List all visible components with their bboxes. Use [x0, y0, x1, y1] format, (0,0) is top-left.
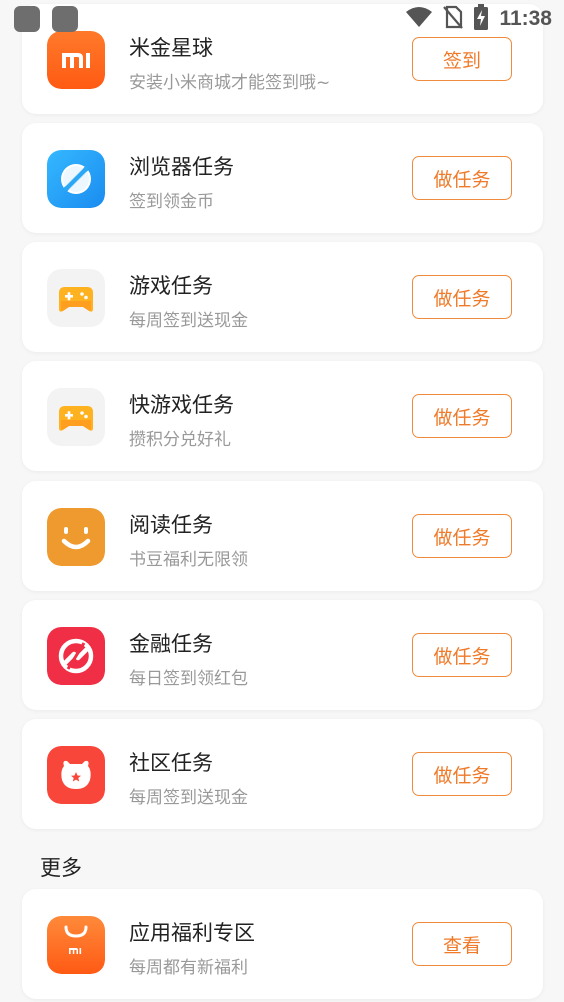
task-card: 阅读任务 书豆福利无限领 做任务 [22, 481, 543, 591]
task-title: 社区任务 [129, 751, 213, 775]
no-sim-icon [443, 5, 464, 33]
wifi-icon [405, 6, 433, 32]
checkin-button[interactable]: 签到 [412, 37, 512, 81]
status-bar: 11:38 [0, 0, 564, 36]
do-task-button[interactable]: 做任务 [412, 752, 512, 796]
task-title: 金融任务 [129, 632, 213, 656]
task-title: 米金星球 [129, 36, 213, 60]
gamepad-icon [47, 269, 105, 327]
task-card: 快游戏任务 攒积分兑好礼 做任务 [22, 361, 543, 471]
task-card: 金融任务 每日签到领红包 做任务 [22, 600, 543, 710]
more-card: 应用福利专区 每周都有新福利 查看 [22, 889, 543, 999]
more-title: 应用福利专区 [129, 921, 255, 945]
task-card: 浏览器任务 签到领金币 做任务 [22, 123, 543, 233]
task-card: 游戏任务 每周签到送现金 做任务 [22, 242, 543, 352]
do-task-button[interactable]: 做任务 [412, 394, 512, 438]
screen: 11:38 米金星球 安装小米商城才能签到哦~ 签到 浏览器任务 签到领金币 做… [0, 0, 564, 1002]
quick-game-icon [47, 388, 105, 446]
notification-icon [52, 6, 78, 32]
battery-charging-icon [473, 4, 489, 34]
task-subtitle: 每周签到送现金 [129, 788, 248, 808]
do-task-button[interactable]: 做任务 [412, 633, 512, 677]
more-subtitle: 每周都有新福利 [129, 958, 248, 978]
mi-logo-icon [47, 31, 105, 89]
task-subtitle: 书豆福利无限领 [129, 550, 248, 570]
task-subtitle: 安装小米商城才能签到哦~ [129, 73, 331, 93]
community-icon [47, 746, 105, 804]
view-button[interactable]: 查看 [412, 922, 512, 966]
status-icons: 11:38 [405, 4, 552, 34]
do-task-button[interactable]: 做任务 [412, 514, 512, 558]
task-title: 游戏任务 [129, 274, 213, 298]
task-title: 浏览器任务 [129, 155, 234, 179]
do-task-button[interactable]: 做任务 [412, 156, 512, 200]
task-subtitle: 攒积分兑好礼 [129, 430, 231, 450]
notification-icon [14, 6, 40, 32]
task-card: 社区任务 每周签到送现金 做任务 [22, 719, 543, 829]
clock: 11:38 [499, 7, 552, 30]
task-title: 阅读任务 [129, 513, 213, 537]
task-subtitle: 签到领金币 [129, 192, 214, 212]
finance-icon [47, 627, 105, 685]
task-subtitle: 每日签到领红包 [129, 669, 248, 689]
task-title: 快游戏任务 [129, 393, 234, 417]
app-store-icon [47, 916, 105, 974]
reading-icon [47, 508, 105, 566]
browser-icon [47, 150, 105, 208]
section-heading: 更多 [40, 856, 82, 880]
do-task-button[interactable]: 做任务 [412, 275, 512, 319]
task-subtitle: 每周签到送现金 [129, 311, 248, 331]
